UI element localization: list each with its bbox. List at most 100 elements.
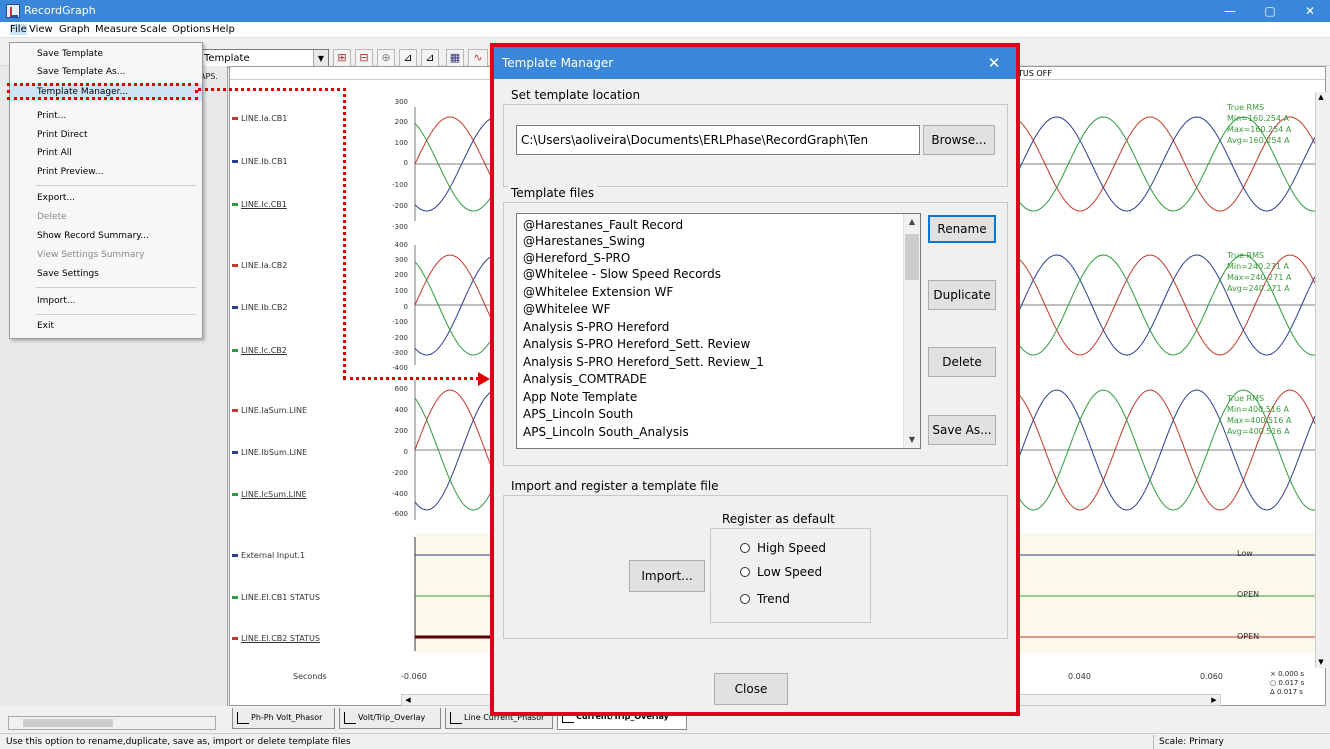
tab-volt-trip-overlay[interactable]: Volt/Trip_Overlay: [339, 708, 441, 729]
y-tick: 300: [394, 98, 408, 106]
channel-label[interactable]: LINE.Ib.CB2: [232, 303, 288, 312]
channel-label[interactable]: LINE.Ia.CB2: [232, 261, 287, 270]
list-item[interactable]: Analysis S-PRO Hereford_Sett. Review: [523, 336, 903, 352]
list-item[interactable]: @Whitelee Extension WF: [523, 284, 903, 300]
template-path-field[interactable]: C:\Users\aoliveira\Documents\ERLPhase\Re…: [516, 125, 920, 155]
menu-item-save-settings[interactable]: Save Settings: [10, 266, 202, 283]
scroll-down-icon[interactable]: ▼: [1316, 657, 1326, 668]
list-item[interactable]: APS_Lincoln South_Analysis: [523, 424, 903, 440]
green-swatch-icon: [232, 349, 238, 352]
dialog-title: Template Manager: [494, 47, 1016, 79]
menu-item-show-record-summary[interactable]: Show Record Summary...: [10, 228, 202, 245]
red-swatch-icon: [232, 637, 238, 640]
menu-item-export[interactable]: Export...: [10, 190, 202, 207]
menu-measure[interactable]: Measure: [95, 24, 138, 35]
channel-label[interactable]: LINE.IcSum.LINE: [232, 490, 307, 499]
y-tick: -100: [392, 318, 408, 326]
rename-button[interactable]: Rename: [928, 215, 996, 243]
x-tick: -0.060: [401, 672, 427, 681]
group-label: Template files: [508, 186, 598, 200]
delete-button[interactable]: Delete: [928, 347, 996, 377]
browse-button[interactable]: Browse...: [923, 125, 995, 155]
radio-trend[interactable]: Trend: [740, 592, 790, 606]
maximize-button[interactable]: ▢: [1250, 0, 1290, 22]
scroll-left-icon[interactable]: ◀: [402, 695, 414, 705]
save-as-button[interactable]: Save As...: [928, 415, 996, 445]
list-item[interactable]: @Harestanes_Fault Record: [523, 217, 903, 233]
template-manager-dialog: Template Manager ✕ Set template location…: [494, 47, 1016, 712]
list-item[interactable]: App Note Template: [523, 389, 903, 405]
scrollbar-thumb[interactable]: [905, 234, 919, 280]
scroll-up-icon[interactable]: ▲: [1316, 92, 1326, 103]
menu-item-print-preview[interactable]: Print Preview...: [10, 164, 202, 181]
menu-scale[interactable]: Scale: [140, 24, 167, 35]
list-item[interactable]: @Hereford_S-PRO: [523, 250, 903, 266]
cursor-a-icon[interactable]: ⊿: [399, 49, 417, 67]
template-files-list[interactable]: @Harestanes_Fault Record @Harestanes_Swi…: [516, 213, 921, 449]
menu-graph[interactable]: Graph: [59, 24, 90, 35]
import-button[interactable]: Import...: [629, 560, 705, 592]
list-item[interactable]: @Whitelee - Slow Speed Records: [523, 266, 903, 282]
list-item[interactable]: APS_Lincoln South: [523, 406, 903, 422]
y-tick: -200: [392, 202, 408, 210]
close-button[interactable]: Close: [714, 673, 788, 705]
channel-label[interactable]: LINE.IbSum.LINE: [232, 448, 307, 457]
chevron-up-icon[interactable]: ▲: [904, 214, 920, 230]
graph-vertical-scrollbar[interactable]: ▲ ▼: [1315, 92, 1326, 668]
left-horizontal-scrollbar[interactable]: [8, 716, 216, 730]
blue-swatch-icon: [232, 554, 238, 557]
menu-item-import[interactable]: Import...: [10, 293, 202, 310]
menu-item-print-all[interactable]: Print All: [10, 145, 202, 162]
close-window-button[interactable]: ✕: [1290, 0, 1330, 22]
menu-help[interactable]: Help: [212, 24, 235, 35]
channel-label[interactable]: LINE.El.CB2 STATUS: [232, 634, 320, 643]
list-item[interactable]: Analysis_COMTRADE: [523, 371, 903, 387]
waveform-icon[interactable]: ∿: [468, 49, 488, 67]
y-tick: 200: [394, 271, 408, 279]
y-tick: -300: [392, 223, 408, 231]
menu-item-save-template-as[interactable]: Save Template As...: [10, 64, 202, 81]
grid-icon[interactable]: ▦: [446, 49, 464, 67]
menu-item-exit[interactable]: Exit: [10, 318, 202, 335]
list-item[interactable]: @Harestanes_Swing: [523, 233, 903, 249]
menu-item-print[interactable]: Print...: [10, 108, 202, 125]
blue-swatch-icon: [232, 306, 238, 309]
channel-label[interactable]: LINE.Ic.CB2: [232, 346, 287, 355]
zoom-out-icon[interactable]: ⊟: [355, 49, 373, 67]
blue-swatch-icon: [232, 160, 238, 163]
tab-ph-ph-volt-phasor[interactable]: Ph-Ph Volt_Phasor: [232, 708, 335, 729]
cursor-b-icon[interactable]: ⊿: [421, 49, 439, 67]
channel-label[interactable]: LINE.Ic.CB1: [232, 200, 287, 209]
list-item[interactable]: Analysis S-PRO Hereford: [523, 319, 903, 335]
chevron-down-icon[interactable]: ▼: [904, 432, 920, 448]
duplicate-button[interactable]: Duplicate: [928, 280, 996, 310]
channel-label[interactable]: LINE.El.CB1 STATUS: [232, 593, 320, 602]
channel-label[interactable]: External Input.1: [232, 551, 305, 560]
y-tick: -600: [392, 510, 408, 518]
menu-view[interactable]: View: [29, 24, 53, 35]
cursor-readout: × 0.000 s ○ 0.017 s Δ 0.017 s: [1270, 670, 1305, 696]
list-item[interactable]: Analysis S-PRO Hereford_Sett. Review_1: [523, 354, 903, 370]
zoom-in-icon[interactable]: ⊞: [333, 49, 351, 67]
channel-label[interactable]: LINE.IaSum.LINE: [232, 406, 307, 415]
menu-separator: [36, 314, 196, 315]
crosshair-icon[interactable]: ⊕: [377, 49, 395, 67]
radio-high-speed[interactable]: High Speed: [740, 541, 826, 555]
scrollbar-thumb[interactable]: [23, 719, 113, 727]
file-list-scrollbar[interactable]: ▲ ▼: [903, 214, 920, 448]
red-swatch-icon: [232, 409, 238, 412]
minimize-button[interactable]: —: [1210, 0, 1250, 22]
channel-label[interactable]: LINE.Ib.CB1: [232, 157, 288, 166]
menu-options[interactable]: Options: [172, 24, 211, 35]
menu-item-save-template[interactable]: Save Template: [10, 46, 202, 63]
y-tick: 0: [403, 159, 408, 167]
close-icon[interactable]: ✕: [972, 47, 1016, 79]
chevron-down-icon[interactable]: ▼: [313, 50, 328, 67]
list-item[interactable]: @Whitelee WF: [523, 301, 903, 317]
channel-label[interactable]: LINE.Ia.CB1: [232, 114, 287, 123]
menu-item-print-direct[interactable]: Print Direct: [10, 127, 202, 144]
red-swatch-icon: [232, 264, 238, 267]
scroll-right-icon[interactable]: ▶: [1208, 695, 1220, 705]
radio-low-speed[interactable]: Low Speed: [740, 565, 822, 579]
menu-file[interactable]: File: [10, 24, 27, 35]
